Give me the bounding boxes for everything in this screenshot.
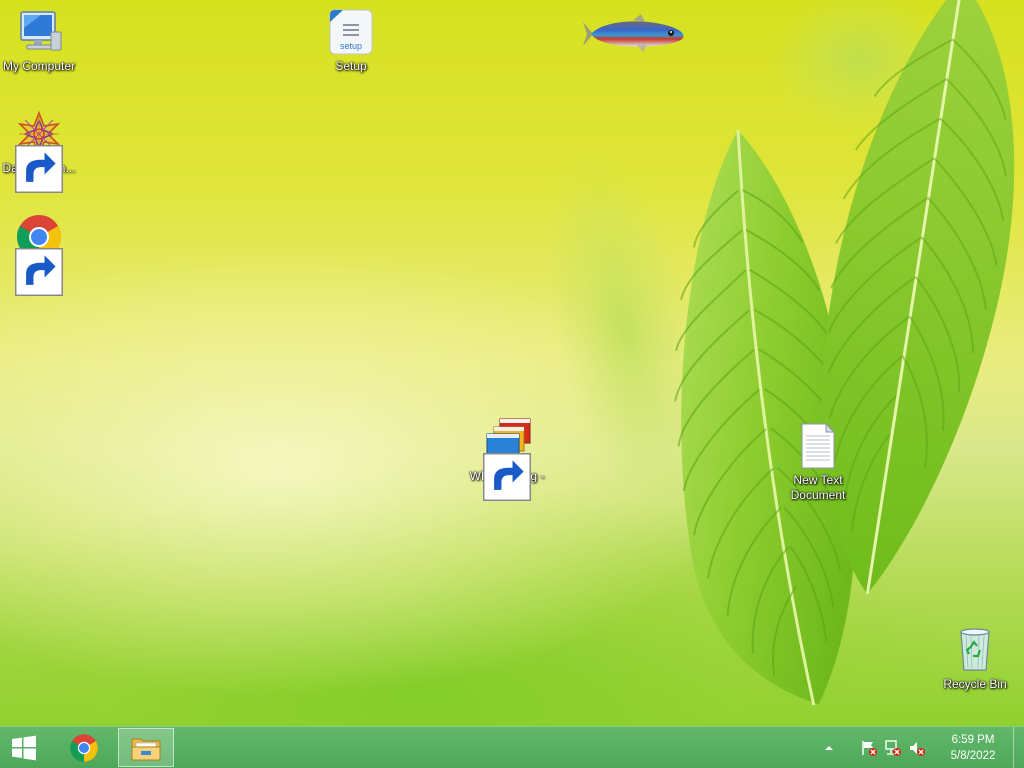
desktop-background[interactable]: My Computer setup Setup - New Text Docum… bbox=[0, 0, 1024, 726]
system-tray: 6:59 PM 5/8/2022 bbox=[817, 727, 1024, 768]
chrome-icon bbox=[15, 213, 63, 296]
window-stack-icon bbox=[483, 418, 531, 501]
desktop-icon-new-text-document[interactable]: New Text Document bbox=[780, 422, 856, 503]
taskbar-file-explorer-button[interactable] bbox=[118, 728, 174, 767]
tray-action-center-button[interactable] bbox=[857, 727, 881, 768]
clock-time: 6:59 PM bbox=[951, 733, 995, 746]
action-center-error-icon bbox=[862, 740, 877, 756]
shortcut-arrow-icon bbox=[15, 145, 63, 193]
desktop-icon-wb10config-shortcut[interactable]: WB10Config - Shortcut bbox=[469, 418, 545, 501]
desktop-icon-google-chrome[interactable]: Google Chrome bbox=[1, 213, 77, 296]
chrome-icon bbox=[70, 733, 98, 762]
start-button[interactable] bbox=[0, 727, 48, 768]
network-error-icon bbox=[885, 739, 901, 756]
desktop-icon-label: New Text Document bbox=[790, 473, 846, 502]
desktop-icon-label: Recycle Bin bbox=[943, 677, 1007, 691]
desktop-icon-recycle-bin[interactable]: Recycle Bin bbox=[937, 626, 1013, 692]
tray-volume-button[interactable] bbox=[905, 727, 929, 768]
chevron-up-icon bbox=[825, 745, 833, 750]
desktop-icon-datawagon[interactable]: DataWagon... bbox=[1, 110, 77, 193]
desktop-icon-setup[interactable]: setup Setup bbox=[313, 8, 389, 74]
folder-icon bbox=[131, 738, 161, 760]
show-desktop-button[interactable] bbox=[1013, 727, 1024, 768]
desktop-fish-icon[interactable] bbox=[583, 12, 687, 56]
setup-badge-text: setup bbox=[340, 41, 362, 51]
shortcut-arrow-icon bbox=[15, 248, 63, 296]
wallpaper-leaves bbox=[546, 0, 1015, 706]
volume-muted-icon bbox=[910, 741, 925, 756]
shortcut-arrow-icon bbox=[483, 453, 531, 501]
computer-icon bbox=[15, 8, 63, 56]
desktop-icon-label: Setup bbox=[335, 59, 367, 73]
taskbar-clock[interactable]: 6:59 PM 5/8/2022 bbox=[935, 727, 1011, 768]
show-hidden-icons-button[interactable] bbox=[817, 727, 841, 768]
desktop-icon-my-computer[interactable]: My Computer bbox=[1, 8, 77, 74]
tray-network-button[interactable] bbox=[881, 727, 905, 768]
setup-icon: setup bbox=[327, 8, 375, 56]
clock-date: 5/8/2022 bbox=[950, 749, 996, 762]
taskbar: 6:59 PM 5/8/2022 bbox=[0, 726, 1024, 768]
recycle-bin-icon bbox=[951, 626, 999, 674]
text-document-icon bbox=[794, 422, 842, 470]
windows-logo-icon bbox=[12, 735, 36, 760]
desktop-icon-label: My Computer bbox=[2, 59, 76, 73]
taskbar-chrome-button[interactable] bbox=[56, 728, 112, 767]
datawagon-icon bbox=[15, 110, 63, 193]
